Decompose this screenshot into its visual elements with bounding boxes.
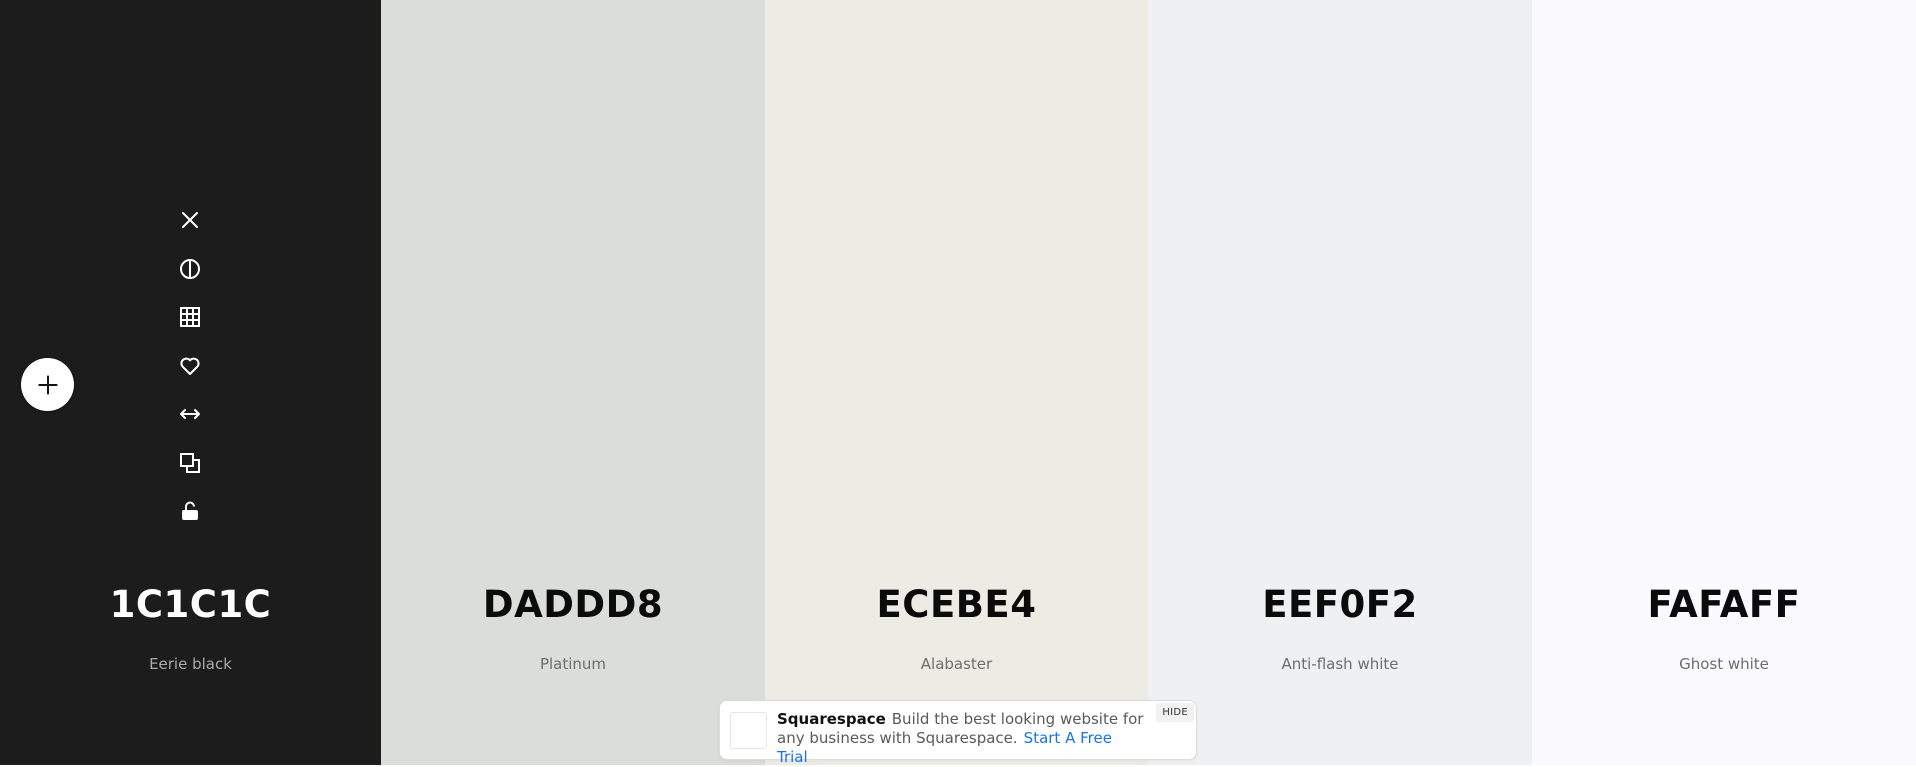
swatch-2[interactable]: DADDD8 Platinum (381, 0, 765, 765)
palette: 1C1C1C Eerie black DADDD8 Platinum ECEBE… (0, 0, 1916, 765)
swatch-hex[interactable]: ECEBE4 (765, 583, 1148, 626)
close-icon (182, 212, 198, 228)
shades-grid-icon (180, 307, 200, 327)
swatch-hex[interactable]: FAFAFF (1532, 583, 1916, 626)
swatch-4[interactable]: EEF0F2 Anti-flash white (1148, 0, 1532, 765)
sponsor-text-block[interactable]: Squarespace Build the best looking websit… (777, 710, 1147, 767)
plus-icon (37, 374, 58, 395)
sponsor-logo[interactable] (730, 712, 767, 749)
drag-arrows-icon (180, 409, 200, 419)
view-shades-button[interactable] (174, 253, 206, 285)
heart-icon (180, 357, 200, 375)
copy-hex-button[interactable] (174, 447, 206, 479)
lock-color-button[interactable] (174, 495, 206, 527)
swatch-color-name[interactable]: Anti-flash white (1148, 655, 1532, 673)
remove-color-button[interactable] (174, 204, 206, 236)
contrast-icon (180, 258, 200, 279)
drag-handle[interactable] (174, 398, 206, 430)
swatch-color-name[interactable]: Eerie black (0, 655, 381, 673)
add-color-button[interactable] (21, 358, 74, 411)
save-color-button[interactable] (174, 350, 206, 382)
swatch-color-name[interactable]: Platinum (381, 655, 765, 673)
sponsor-banner: Squarespace Build the best looking websit… (719, 700, 1197, 766)
copy-icon (180, 452, 200, 473)
swatch-hex[interactable]: DADDD8 (381, 583, 765, 626)
swatch-color-name[interactable]: Alabaster (765, 655, 1148, 673)
swatch-5[interactable]: FAFAFF Ghost white (1532, 0, 1916, 765)
unlock-icon (182, 501, 198, 520)
swatch-color-name[interactable]: Ghost white (1532, 655, 1916, 673)
swatch-hex[interactable]: 1C1C1C (0, 583, 381, 626)
sponsor-brand: Squarespace (777, 710, 886, 728)
hide-ad-button[interactable]: HIDE (1156, 703, 1194, 722)
shades-grid-button[interactable] (174, 301, 206, 333)
swatch-hex[interactable]: EEF0F2 (1148, 583, 1532, 626)
swatch-3[interactable]: ECEBE4 Alabaster (765, 0, 1148, 765)
swatch-toolbar (170, 204, 210, 544)
